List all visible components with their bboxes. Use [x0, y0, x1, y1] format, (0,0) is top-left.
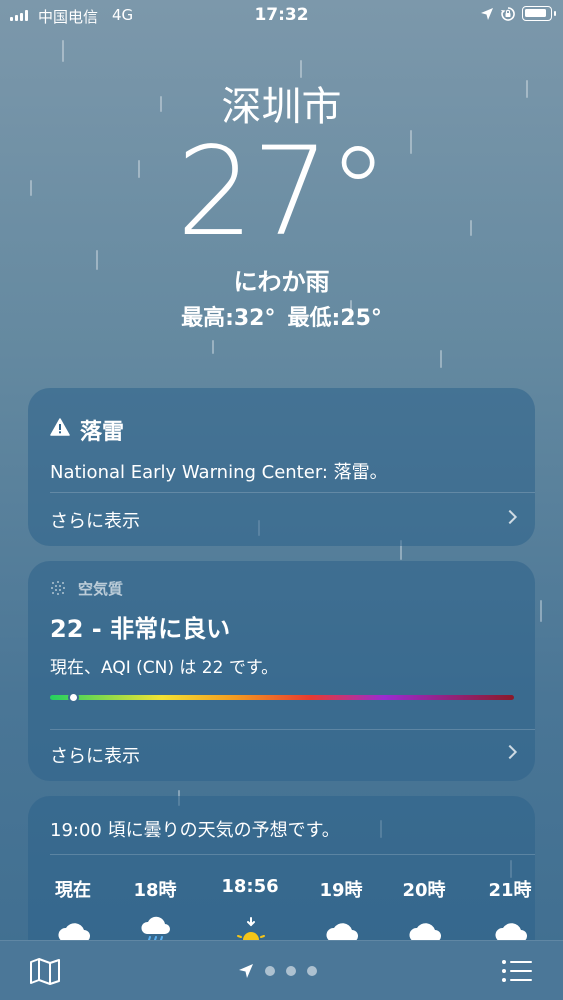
- aqi-show-more[interactable]: さらに表示: [50, 742, 140, 768]
- hour-item: 18時: [115, 876, 195, 944]
- aqi-label: 空気質: [78, 580, 124, 598]
- hour-label: 18:56: [221, 876, 279, 897]
- bottom-toolbar: [0, 940, 563, 1000]
- air-quality-card[interactable]: 空気質 22 - 非常に良い 現在、AQI (CN) は 22 です。 さらに表…: [28, 561, 535, 781]
- location-icon: [481, 8, 493, 20]
- hour-item: 20時: [384, 876, 464, 942]
- rotation-lock-icon: [501, 7, 515, 21]
- map-icon[interactable]: [28, 957, 62, 985]
- hour-label: 20時: [402, 880, 446, 901]
- weather-condition: にわか雨: [233, 268, 330, 296]
- low-temp: 最低:25°: [287, 306, 382, 331]
- status-time: 17:32: [254, 5, 309, 25]
- alert-show-more[interactable]: さらに表示: [50, 507, 140, 533]
- hour-label: 現在: [55, 880, 91, 901]
- page-dot: [286, 966, 296, 976]
- chevron-right-icon: [502, 744, 518, 760]
- air-quality-icon: [51, 581, 65, 595]
- alert-title: 落雷: [80, 420, 125, 445]
- hour-label: 21時: [488, 880, 532, 901]
- aqi-scale-bar: [50, 695, 514, 700]
- divider: [50, 854, 535, 855]
- hour-item: 19時: [301, 876, 381, 942]
- hour-item: 21時: [470, 876, 535, 942]
- hour-label: 18時: [133, 880, 177, 901]
- hour-item: 18:56: [210, 876, 290, 943]
- status-bar: 中国电信 4G 17:32: [0, 0, 563, 32]
- aqi-description: 現在、AQI (CN) は 22 です。: [50, 658, 279, 678]
- hour-label: 19時: [319, 880, 363, 901]
- divider: [50, 492, 535, 493]
- alert-description: National Early Warning Center: 落雷。: [50, 462, 388, 483]
- divider: [50, 729, 535, 730]
- page-dot: [265, 966, 275, 976]
- alert-card[interactable]: 落雷 National Early Warning Center: 落雷。 さら…: [28, 388, 535, 546]
- list-icon[interactable]: [500, 957, 534, 985]
- high-temp: 最高:32°: [181, 306, 276, 331]
- warning-triangle-icon: [50, 418, 70, 436]
- page-dot: [307, 966, 317, 976]
- chevron-right-icon: [502, 509, 518, 525]
- aqi-scale-indicator: [67, 692, 79, 703]
- high-low-temps: 最高:32° 最低:25°: [0, 300, 563, 332]
- battery-icon: [522, 6, 556, 21]
- page-indicator[interactable]: [238, 963, 317, 979]
- forecast-summary: 19:00 頃に曇りの天気の予想です。: [50, 820, 340, 841]
- current-temperature: 27°: [176, 121, 388, 263]
- hour-item: 現在: [33, 876, 113, 942]
- location-arrow-icon: [239, 964, 253, 978]
- aqi-value: 22 - 非常に良い: [50, 615, 231, 643]
